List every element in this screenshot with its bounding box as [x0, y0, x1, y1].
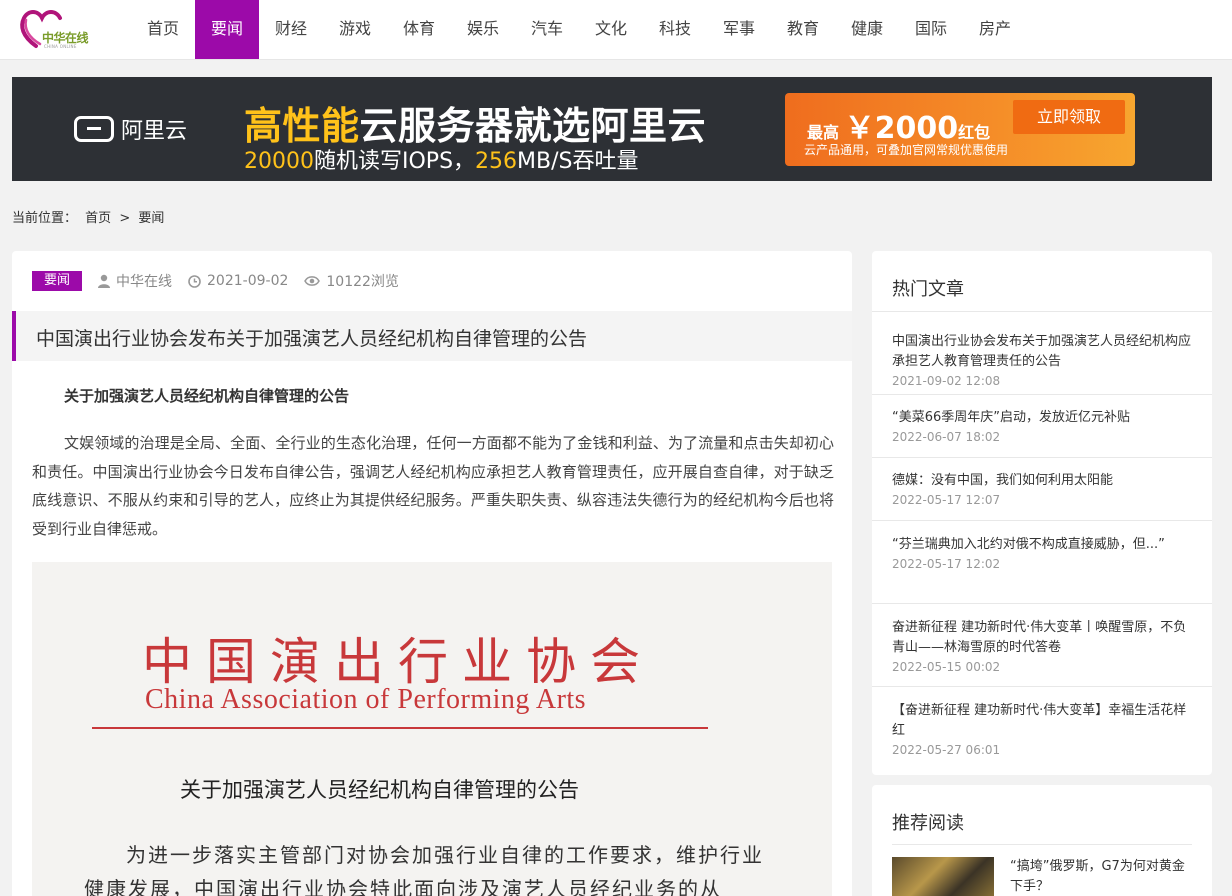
hot-article-title[interactable]: 【奋进新征程 建功新时代·伟大变革】幸福生活花样红	[892, 701, 1192, 741]
nav-item-international[interactable]: 国际	[899, 0, 963, 59]
banner-sub-num2: 256	[475, 149, 518, 174]
aliyun-logo-icon	[74, 116, 114, 142]
recommended-item-title[interactable]: “搞垮”俄罗斯，G7为何对黄金下手？	[1010, 857, 1190, 896]
promo-prefix: 最高	[807, 123, 840, 142]
recommended-thumbnail[interactable]	[892, 857, 994, 896]
hot-article-title[interactable]: 德媒：没有中国，我们如何利用太阳能	[892, 471, 1192, 491]
user-icon	[98, 274, 111, 288]
recommended-panel: 推荐阅读 “搞垮”俄罗斯，G7为何对黄金下手？	[872, 785, 1212, 896]
hot-article-item[interactable]: “美菜66季周年庆”启动，发放近亿元补贴 2022-06-07 18:02	[872, 395, 1212, 458]
announcement-image: 中国演出行业协会 China Association of Performing…	[32, 562, 832, 896]
eye-icon	[304, 276, 321, 286]
nav-item-health[interactable]: 健康	[835, 0, 899, 59]
promo-box[interactable]: 最高 ￥2000红包 立即领取 云产品通用，可叠加官网常规优惠使用	[785, 93, 1135, 166]
nav-item-auto[interactable]: 汽车	[515, 0, 579, 59]
hot-articles-panel: 热门文章 中国演出行业协会发布关于加强演艺人员经纪机构应承担艺人教育管理责任的公…	[872, 251, 1212, 775]
nav-item-entertainment[interactable]: 娱乐	[451, 0, 515, 59]
article-panel: 要闻 中华在线 2021-09-02 10122浏览 中国演出行业协会发布关于加…	[12, 251, 852, 896]
hot-article-item[interactable]: 【奋进新征程 建功新时代·伟大变革】幸福生活花样红 2022-05-27 06:…	[872, 687, 1212, 769]
recommended-item[interactable]: “搞垮”俄罗斯，G7为何对黄金下手？	[892, 857, 1192, 896]
author-meta: 中华在线	[98, 271, 172, 291]
nav-item-finance[interactable]: 财经	[259, 0, 323, 59]
doc-title: 关于加强演艺人员经纪机构自律管理的公告	[180, 778, 579, 802]
banner-sub-num1: 20000	[244, 149, 314, 174]
hot-article-title[interactable]: “芬兰瑞典加入北约对俄不构成直接威胁，但...”	[892, 535, 1192, 555]
ad-banner[interactable]: 阿里云 高性能云服务器就选阿里云 20000随机读写IOPS，256MB/S吞吐…	[12, 77, 1212, 181]
claim-button[interactable]: 立即领取	[1013, 100, 1125, 134]
article-body: 文娱领域的治理是全局、全面、全行业的生态化治理，任何一方面都不能为了金钱和利益、…	[32, 434, 834, 538]
article-sub-heading: 关于加强演艺人员经纪机构自律管理的公告	[64, 387, 350, 405]
breadcrumb-home[interactable]: 首页	[85, 211, 111, 226]
hot-article-date: 2021-09-02 12:08	[892, 374, 1001, 388]
hot-article-date: 2022-05-17 12:07	[892, 493, 1001, 507]
banner-headline-rest: 云服务器就选阿里云	[359, 104, 707, 148]
article-meta: 要闻 中华在线 2021-09-02 10122浏览	[32, 271, 415, 291]
site-logo[interactable]: 中华在线 CHINA ONLINE	[18, 6, 98, 52]
article-title: 中国演出行业协会发布关于加强演艺人员经纪机构自律管理的公告	[36, 328, 588, 350]
nav-item-games[interactable]: 游戏	[323, 0, 387, 59]
nav-item-sports[interactable]: 体育	[387, 0, 451, 59]
hot-article-item[interactable]: 奋进新征程 建功新时代·伟大变革丨唤醒雪原，不负青山——林海雪原的时代答卷 20…	[872, 604, 1212, 687]
site-header: 中华在线 CHINA ONLINE 首页 要闻 财经 游戏 体育 娱乐 汽车 文…	[0, 0, 1232, 60]
nav-item-military[interactable]: 军事	[707, 0, 771, 59]
doc-divider	[92, 727, 708, 729]
clock-icon	[188, 274, 201, 288]
doc-org-en: China Association of Performing Arts	[145, 684, 587, 715]
aliyun-logo: 阿里云	[74, 114, 187, 144]
date-meta: 2021-09-02	[188, 273, 288, 289]
view-count: 10122浏览	[326, 274, 399, 290]
nav-item-education[interactable]: 教育	[771, 0, 835, 59]
banner-subline: 20000随机读写IOPS，256MB/S吞吐量	[244, 143, 639, 175]
hot-article-title[interactable]: “美菜66季周年庆”启动，发放近亿元补贴	[892, 408, 1192, 428]
breadcrumb-current[interactable]: 要闻	[138, 211, 164, 226]
article-title-bar: 中国演出行业协会发布关于加强演艺人员经纪机构自律管理的公告	[12, 311, 852, 361]
hot-article-date: 2022-06-07 18:02	[892, 430, 1001, 444]
hot-article-date: 2022-05-17 12:02	[892, 557, 1001, 571]
nav-item-headlines[interactable]: 要闻	[195, 0, 259, 59]
main-nav: 首页 要闻 财经 游戏 体育 娱乐 汽车 文化 科技 军事 教育 健康 国际 房…	[131, 0, 1027, 59]
recommended-divider	[892, 844, 1192, 845]
views-meta: 10122浏览	[304, 271, 399, 291]
banner-headline-highlight: 高性能	[244, 104, 360, 148]
recommended-title: 推荐阅读	[892, 813, 964, 834]
banner-sub-text2: MB/S吞吐量	[517, 149, 639, 174]
nav-item-home[interactable]: 首页	[131, 0, 195, 59]
logo-subtext: CHINA ONLINE	[44, 44, 77, 49]
promo-subtext: 云产品通用，可叠加官网常规优惠使用	[804, 143, 1009, 157]
hot-articles-title: 热门文章	[892, 279, 964, 300]
hot-article-date: 2022-05-27 06:01	[892, 743, 1001, 757]
banner-sub-text1: 随机读写IOPS，	[314, 149, 476, 174]
hot-articles-list: 中国演出行业协会发布关于加强演艺人员经纪机构应承担艺人教育管理责任的公告 202…	[872, 311, 1212, 769]
breadcrumb: 当前位置： 首页 > 要闻	[12, 207, 168, 226]
banner-headline: 高性能云服务器就选阿里云	[244, 95, 706, 150]
doc-paragraph: 为进一步落实主管部门对协会加强行业自律的工作要求，维护行业健康发展，中国演出行业…	[84, 843, 764, 896]
publish-date: 2021-09-02	[207, 273, 289, 289]
category-tag[interactable]: 要闻	[32, 271, 83, 291]
hot-article-item[interactable]: 中国演出行业协会发布关于加强演艺人员经纪机构应承担艺人教育管理责任的公告 202…	[872, 312, 1212, 395]
hot-article-item[interactable]: 德媒：没有中国，我们如何利用太阳能 2022-05-17 12:07	[872, 458, 1212, 521]
author-name[interactable]: 中华在线	[116, 271, 172, 291]
hot-article-title[interactable]: 奋进新征程 建功新时代·伟大变革丨唤醒雪原，不负青山——林海雪原的时代答卷	[892, 618, 1192, 658]
hot-article-title[interactable]: 中国演出行业协会发布关于加强演艺人员经纪机构应承担艺人教育管理责任的公告	[892, 332, 1192, 372]
nav-item-culture[interactable]: 文化	[579, 0, 643, 59]
hot-article-date: 2022-05-15 00:02	[892, 660, 1001, 674]
breadcrumb-separator: >	[119, 211, 131, 226]
nav-item-realestate[interactable]: 房产	[963, 0, 1027, 59]
hot-article-item[interactable]: “芬兰瑞典加入北约对俄不构成直接威胁，但...” 2022-05-17 12:0…	[872, 521, 1212, 604]
nav-item-tech[interactable]: 科技	[643, 0, 707, 59]
promo-suffix: 红包	[958, 123, 991, 142]
aliyun-brand: 阿里云	[121, 119, 188, 144]
breadcrumb-prefix: 当前位置：	[12, 211, 78, 226]
